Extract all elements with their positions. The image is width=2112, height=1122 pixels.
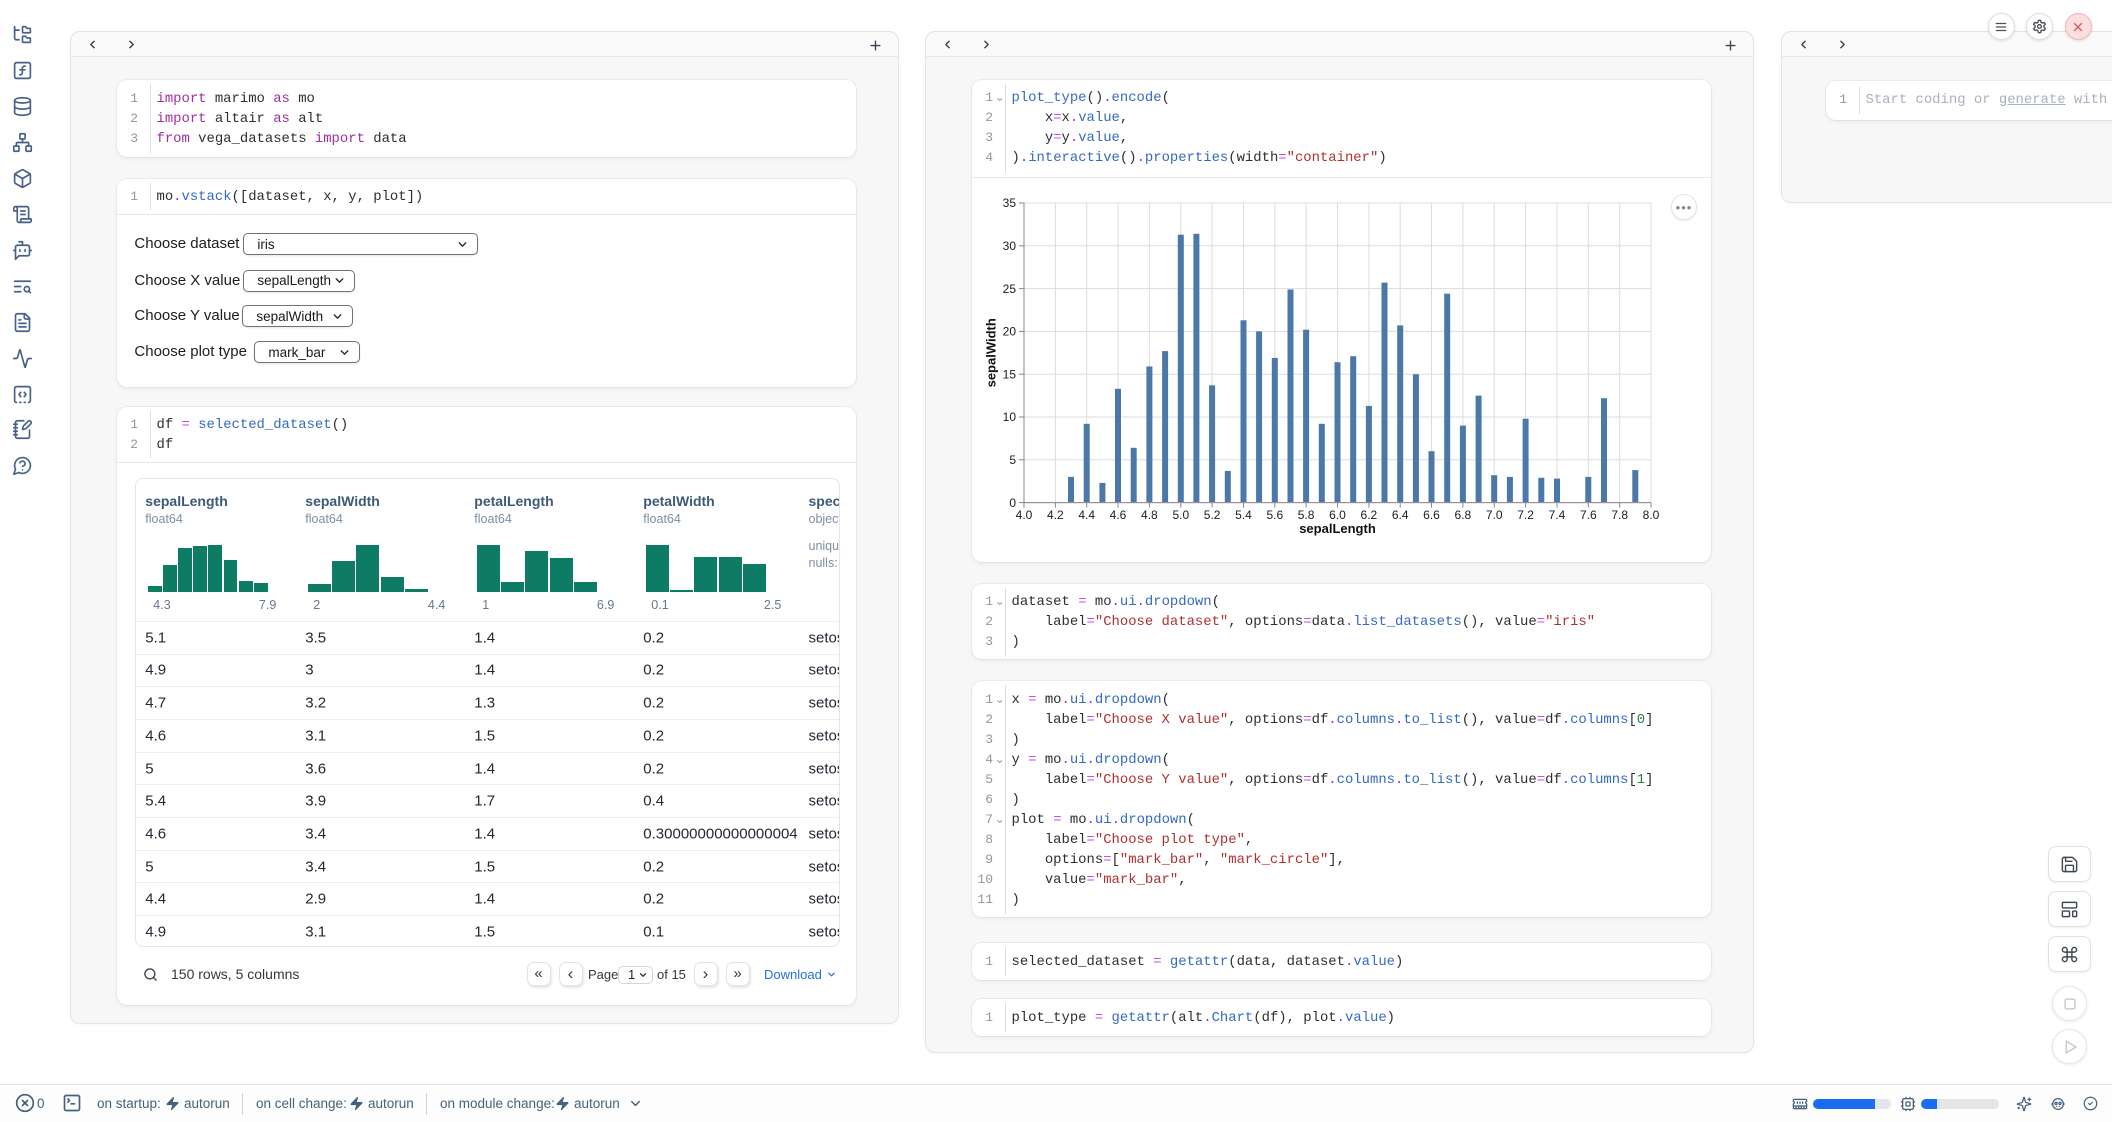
svg-text:5.6: 5.6 <box>1266 508 1283 522</box>
svg-text:7.4: 7.4 <box>1549 508 1566 522</box>
svg-text:7.0: 7.0 <box>1486 508 1503 522</box>
svg-text:0: 0 <box>1009 495 1016 509</box>
svg-text:5.4: 5.4 <box>1235 508 1252 522</box>
svg-text:7.2: 7.2 <box>1517 508 1534 522</box>
svg-text:4.0: 4.0 <box>1016 508 1033 522</box>
svg-text:4.4: 4.4 <box>1078 508 1095 522</box>
svg-text:10: 10 <box>1003 410 1017 424</box>
svg-text:5.0: 5.0 <box>1172 508 1189 522</box>
svg-text:7.8: 7.8 <box>1611 508 1628 522</box>
svg-text:15: 15 <box>1003 367 1017 381</box>
svg-text:20: 20 <box>1003 324 1017 338</box>
svg-text:6.8: 6.8 <box>1455 508 1472 522</box>
svg-text:5.2: 5.2 <box>1204 508 1221 522</box>
svg-text:7.6: 7.6 <box>1580 508 1597 522</box>
svg-text:6.2: 6.2 <box>1361 508 1378 522</box>
svg-text:6.6: 6.6 <box>1423 508 1440 522</box>
svg-text:4.8: 4.8 <box>1141 508 1158 522</box>
svg-text:sepalWidth: sepalWidth <box>984 318 999 387</box>
svg-text:5: 5 <box>1009 453 1016 467</box>
svg-text:8.0: 8.0 <box>1643 508 1660 522</box>
svg-text:25: 25 <box>1003 281 1017 295</box>
svg-text:4.6: 4.6 <box>1110 508 1127 522</box>
svg-text:6.0: 6.0 <box>1329 508 1346 522</box>
svg-text:30: 30 <box>1003 239 1017 253</box>
svg-text:5.8: 5.8 <box>1298 508 1315 522</box>
svg-text:6.4: 6.4 <box>1392 508 1409 522</box>
svg-text:sepalLength: sepalLength <box>1299 521 1376 536</box>
svg-text:4.2: 4.2 <box>1047 508 1064 522</box>
svg-text:35: 35 <box>1003 196 1017 210</box>
